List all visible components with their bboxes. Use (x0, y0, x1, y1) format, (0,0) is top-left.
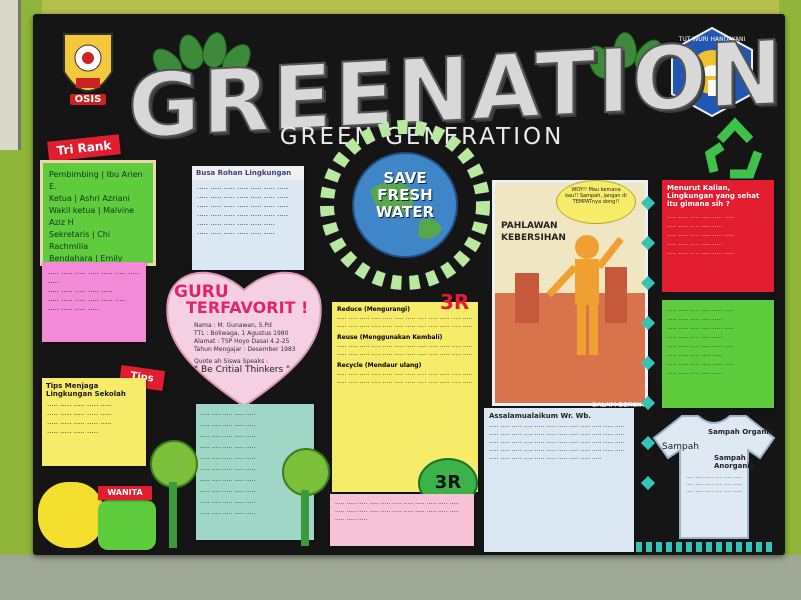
doa-panel: Assalamualaikum Wr. Wb. ..... ..... ....… (484, 408, 634, 552)
question-panel-body: ..... ..... ..... ..... ..... ..........… (667, 213, 734, 256)
save-water-line1: SAVE (383, 169, 427, 187)
save-water-text: SAVE FRESH WATER (365, 170, 445, 221)
doa-panel-title: Assalamualaikum Wr. Wb. (489, 412, 592, 420)
sampah-title: Sampah (662, 442, 699, 452)
recycle-body: ..... ..... ..... ..... ..... ..... ....… (337, 370, 473, 385)
hero-bubble-text: WOY!! Mau kemana kau!! Sampah, jangan di… (565, 187, 627, 205)
busa-panel: Busa Rohan Lingkungan ..... ..... ..... … (192, 166, 304, 270)
save-water-line2: FRESH (377, 186, 433, 204)
sunflower-card (42, 486, 100, 544)
pink-note: ..... ..... ..... ..... ..... ..... ....… (42, 262, 146, 342)
sampah-organik: Sampah Organik (708, 428, 774, 436)
pink-lower-note-body: ..... ..... ..... ..... ..... ..... ....… (335, 499, 459, 522)
guru-quote: " Be Critial Thinkers " (194, 365, 291, 375)
tree-left (150, 440, 198, 550)
structure-list-card: Pembimbing | Ibu Arien E. Ketua | Ashri A… (40, 160, 156, 266)
question-panel-title: Menurut Kalian, Lingkungan yang sehat it… (667, 184, 760, 208)
floor (0, 555, 801, 600)
hero-title-1: PAHLAWAN (501, 221, 558, 231)
window-frame (0, 0, 21, 150)
hero-title-2: KEBERSIHAN (501, 233, 566, 243)
sampah-anorganik: Sampah Anorganik (714, 454, 755, 470)
tips-note-body: ..... ..... ..... ..... .......... .....… (47, 400, 112, 435)
recycle-icon (700, 116, 770, 186)
sampah-body: ..... ..... ..... ..... ..... ..... ....… (686, 474, 742, 494)
structure-list-text: Pembimbing | Ibu Arien E. Ketua | Ashri A… (49, 170, 143, 263)
reduce-body: ..... ..... ..... ..... ..... ..... ....… (337, 314, 473, 329)
pink-note-text: ..... ..... ..... ..... ..... ..... ....… (48, 268, 140, 312)
threeR-label-top: 3R (440, 290, 470, 314)
wanita-badge-label: WANITA (107, 488, 143, 497)
pink-lower-note: ..... ..... ..... ..... ..... ..... ....… (330, 494, 474, 546)
save-water-line3: WATER (375, 203, 435, 221)
earth-people-ring: SAVE FRESH WATER (320, 120, 490, 290)
guru-ttl: TTL : Boliwaga, 1 Agustus 1980 (194, 330, 289, 337)
guru-heart: GURU TERFAVORIT ! Nama : M. Gunawan, S.P… (160, 260, 328, 410)
green-right-panel-body: ..... ..... ..... ..... ..... ..........… (667, 306, 734, 376)
tree-middle (282, 448, 330, 548)
wanita-badge: WANITA (98, 486, 152, 500)
green-bottom-note (98, 500, 156, 550)
question-panel: Menurut Kalian, Lingkungan yang sehat it… (662, 180, 774, 292)
busa-panel-title: Busa Rohan Lingkungan (192, 166, 304, 180)
guru-title-2: TERFAVORIT ! (186, 298, 309, 317)
reuse-title: Reuse (Menggunakan Kembali) (337, 334, 443, 341)
reuse-body: ..... ..... ..... ..... ..... ..... ....… (337, 342, 473, 357)
hero-speech-bubble: WOY!! Mau kemana kau!! Sampah, jangan di… (556, 180, 636, 224)
busa-panel-body: ..... ..... ..... ..... ..... ..... ....… (197, 183, 289, 236)
guru-name: Nama : M. Gunawan, S.Pd (194, 322, 272, 329)
guru-tahun: Tahun Mengajar : Desember 1983 (194, 346, 296, 353)
bottom-diamond-strip (636, 542, 772, 552)
osis-label: OSIS (70, 94, 106, 105)
guru-alamat: Alamat : TSP Hoyo Dasai 4.2-25 (194, 338, 290, 345)
recycle-title: Recycle (Mendaur ulang) (337, 362, 422, 369)
green-right-panel: ..... ..... ..... ..... ..... ..........… (662, 300, 774, 408)
osis-logo: OSIS (58, 28, 118, 112)
sampah-shirt: Sampah Sampah Organik Sampah Anorganik .… (652, 412, 776, 542)
doa-panel-body: ..... ..... ..... ..... ..... ..... ....… (489, 422, 625, 461)
tips-note: Tips Menjaga Lingkungan Sekolah ..... ..… (42, 378, 146, 466)
tips-note-title: Tips Menjaga Lingkungan Sekolah (46, 382, 126, 398)
guru-details: Nama : M. Gunawan, S.Pd TTL : Boliwaga, … (194, 322, 314, 375)
